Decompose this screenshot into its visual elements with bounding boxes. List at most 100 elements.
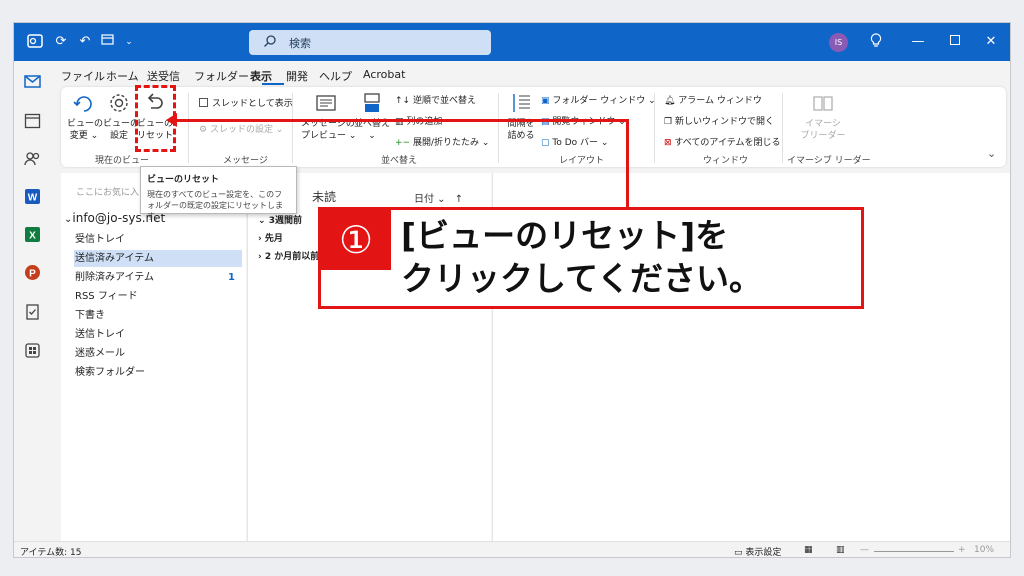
search-icon (264, 35, 276, 47)
window-group-label: ウィンドウ (703, 156, 749, 166)
expand-collapse-label: 展開/折りたたみ ⌄ (412, 138, 490, 148)
active-tab-indicator (262, 83, 284, 85)
folder-item[interactable]: 送信トレイ (74, 326, 242, 343)
open-new-window-label: 新しいウィンドウで開く (674, 117, 774, 127)
folder-item[interactable]: 検索フォルダー (74, 364, 242, 381)
tab-folder[interactable]: フォルダー (194, 68, 249, 84)
normal-view-icon[interactable]: ▦ (804, 545, 813, 555)
change-view-icon (73, 96, 92, 112)
arrow-left-icon (166, 113, 177, 127)
reset-view-tooltip: ビューのリセット 現在のすべてのビュー設定を、このフォルダーの既定の設定にリセッ… (140, 166, 297, 221)
reading-view-icon[interactable]: ▥ (836, 545, 845, 555)
tab-help[interactable]: ヘルプ (319, 68, 352, 84)
folder-item[interactable]: RSS フィード (74, 288, 242, 305)
message-preview-button[interactable]: メッセージの プレビュー ⌄ (301, 92, 356, 142)
filter-unread[interactable]: 未読 (312, 188, 336, 205)
todo-bar-button[interactable]: ▢ To Do バー ⌄ (541, 135, 608, 148)
folder-pane: ここにお気に入り ⌄info@jo-sys.net 受信トレイ 送信済みアイテム… (61, 173, 246, 541)
powerpoint-icon[interactable]: P (24, 264, 41, 281)
undo-icon[interactable]: ↶ (76, 33, 94, 51)
favorites-hint: ここにお気に入り (76, 188, 149, 198)
thread-settings-label: スレッドの設定 ⌄ (209, 125, 284, 135)
svg-text:P: P (29, 269, 36, 280)
view-settings-status[interactable]: ▭ 表示設定 (734, 545, 781, 557)
apps-icon[interactable] (24, 342, 41, 359)
search-box[interactable]: 検索 (249, 30, 491, 55)
immersive-group-label: イマーシブ リーダー (787, 156, 871, 166)
group-header[interactable]: › 先月 (258, 231, 283, 244)
folder-name: 検索フォルダー (75, 367, 145, 378)
title-bar: ⟳ ↶ ⌄ 検索 IS — ✕ (14, 23, 1010, 61)
immersive-reader-button[interactable]: イマーシ ブリーダー (799, 92, 847, 142)
word-icon[interactable]: W (24, 188, 41, 205)
folder-window-button[interactable]: ▣ フォルダー ウィンドウ ⌄ (541, 93, 656, 106)
message-preview-icon (316, 95, 336, 111)
tab-file[interactable]: ファイル (61, 68, 105, 84)
view-settings-label: ビューの 設定 (103, 119, 140, 141)
folder-name: 受信トレイ (75, 234, 125, 245)
current-view-group-label: 現在のビュー (95, 156, 150, 166)
excel-icon[interactable]: X (24, 226, 41, 243)
ribbon-separator (654, 93, 655, 163)
ribbon-tabs: ファイル ホーム 送受信 フォルダー 表示 開発 ヘルプ Acrobat (51, 61, 1010, 87)
sort-dropdown[interactable]: 日付 ⌄ ↑ (414, 190, 463, 205)
thread-settings-icon: ⚙ (199, 125, 210, 135)
people-icon[interactable] (24, 150, 41, 167)
sort-by-button[interactable]: 並べ替え ⌄ (353, 92, 391, 142)
tab-home[interactable]: ホーム (106, 68, 139, 84)
spacing-button[interactable]: 間隔を 詰める (505, 92, 537, 142)
change-view-button[interactable]: ビューの 変更 ⌄ (67, 92, 104, 142)
lightbulb-icon[interactable] (867, 33, 885, 51)
todo-bar-icon: ▢ (541, 138, 553, 148)
tooltip-body: 現在のすべてのビュー設定を、このフォルダーの既定の設定にリセットします。 (147, 190, 283, 221)
show-as-thread-checkbox[interactable]: スレッドとして表示 (199, 96, 293, 109)
tasks-icon[interactable] (24, 303, 41, 320)
folder-item[interactable]: 受信トレイ (74, 231, 242, 248)
quick-step-icon[interactable] (98, 33, 116, 51)
close-all-icon: ⊠ (664, 138, 675, 148)
group-header[interactable]: › 2 か月前以前 (258, 249, 319, 262)
zoom-in-icon[interactable]: + (958, 545, 966, 555)
customize-qat-icon[interactable]: ⌄ (120, 33, 138, 51)
ribbon-separator (498, 93, 499, 163)
view-settings-button[interactable]: ビューの 設定 (103, 92, 140, 142)
reminders-window-button[interactable]: 🔔︎ アラーム ウィンドウ (664, 93, 762, 106)
folder-item[interactable]: 迷惑メール (74, 345, 242, 362)
folder-name: RSS フィード (75, 291, 138, 302)
minimize-icon[interactable]: — (909, 33, 927, 51)
mail-icon[interactable] (24, 73, 41, 90)
close-icon[interactable]: ✕ (982, 33, 1000, 51)
chevron-right-icon: › (258, 234, 265, 244)
gear-icon (110, 94, 128, 112)
outlook-logo-icon (26, 33, 44, 51)
thread-settings-button[interactable]: ⚙ スレッドの設定 ⌄ (199, 122, 283, 135)
zoom-slider[interactable] (874, 551, 954, 552)
tab-acrobat[interactable]: Acrobat (363, 68, 405, 81)
todo-bar-label: To Do バー ⌄ (552, 138, 609, 148)
ribbon-separator (782, 93, 783, 163)
change-view-label: ビューの 変更 ⌄ (67, 119, 104, 141)
reverse-sort-button[interactable]: ↑↓ 逆順で並べ替え (395, 93, 476, 106)
sync-icon[interactable]: ⟳ (52, 33, 70, 51)
expand-collapse-button[interactable]: +− 展開/折りたたみ ⌄ (395, 135, 489, 148)
maximize-icon[interactable] (946, 33, 964, 51)
folder-item[interactable]: 削除済みアイテム 1 (74, 269, 242, 286)
calendar-icon[interactable] (24, 112, 41, 129)
zoom-out-icon[interactable]: — (860, 545, 869, 555)
close-all-items-button[interactable]: ⊠ すべてのアイテムを閉じる (664, 135, 781, 148)
avatar[interactable]: IS (829, 33, 848, 52)
tab-send-receive[interactable]: 送受信 (147, 68, 180, 84)
unread-count: 1 (228, 272, 235, 283)
sort-icon (364, 93, 380, 112)
tab-view[interactable]: 表示 (250, 68, 272, 84)
ribbon-separator (292, 93, 293, 163)
sort-label: 日付 ⌄ (414, 194, 446, 205)
folder-item[interactable]: 送信済みアイテム (74, 250, 242, 267)
ribbon-collapse-icon[interactable]: ⌄ (987, 147, 996, 160)
folder-item[interactable]: 下書き (74, 307, 242, 324)
open-new-window-button[interactable]: ❐ 新しいウィンドウで開く (664, 114, 774, 127)
chevron-right-icon: › (258, 252, 265, 262)
layout-group-label: レイアウト (559, 156, 605, 166)
expand-collapse-icon: +− (395, 138, 413, 148)
tab-developer[interactable]: 開発 (286, 68, 308, 84)
